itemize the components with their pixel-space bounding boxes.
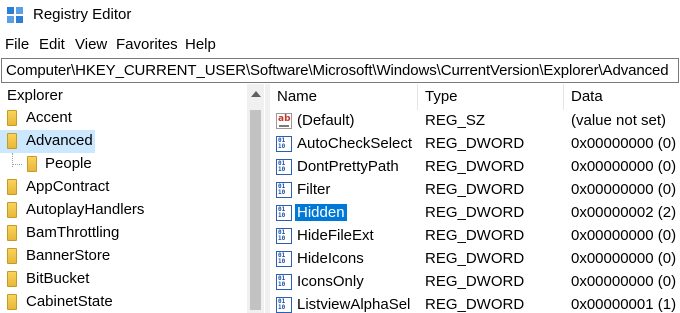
value-row-selected[interactable]: 01 10 Hidden REG_DWORD 0x00000002 (2): [270, 202, 680, 225]
tree-item[interactable]: BannerStore: [0, 245, 247, 268]
reg-dword-icon: 01 10: [276, 205, 292, 221]
value-type: REG_DWORD: [425, 296, 525, 313]
tree-root-label[interactable]: Explorer: [7, 87, 63, 104]
value-type: REG_SZ: [425, 112, 486, 129]
value-data: 0x00000000 (0): [571, 181, 677, 198]
registry-editor-icon: [7, 7, 23, 23]
value-type: REG_DWORD: [425, 273, 525, 290]
value-name: IconsOnly: [297, 273, 364, 290]
value-data: 0x00000000 (0): [571, 250, 677, 267]
reg-dword-icon: 01 10: [276, 251, 292, 267]
tree-item-label: Advanced: [26, 132, 93, 149]
reg-sz-icon: ab: [276, 113, 292, 129]
tree-item-label: BitBucket: [26, 270, 90, 287]
value-row[interactable]: ab (Default) REG_SZ (value not set): [270, 110, 680, 133]
value-data: 0x00000000 (0): [571, 227, 677, 244]
value-data: (value not set): [571, 112, 667, 129]
value-type: REG_DWORD: [425, 250, 525, 267]
tree-item-label: BamThrottling: [26, 224, 120, 241]
tree-item-label: AutoplayHandlers: [26, 201, 145, 218]
value-data: 0x00000000 (0): [571, 135, 677, 152]
value-name: AutoCheckSelect: [297, 135, 413, 152]
reg-dword-icon: 01 10: [276, 136, 292, 152]
address-path[interactable]: Computer\HKEY_CURRENT_USER\Software\Micr…: [6, 62, 669, 79]
folder-icon: [27, 156, 37, 172]
value-row[interactable]: 01 10 ListviewAlphaSel REG_DWORD 0x000000…: [270, 294, 680, 313]
column-divider[interactable]: [417, 84, 418, 110]
key-tree: Explorer Accent Advanced People AppContr…: [0, 84, 265, 313]
value-data: 0x00000000 (0): [571, 158, 677, 175]
value-name: HideIcons: [297, 250, 364, 267]
value-type: REG_DWORD: [425, 181, 525, 198]
folder-icon: [7, 133, 17, 149]
tree-item[interactable]: BitBucket: [0, 268, 247, 291]
reg-dword-icon: 01 10: [276, 274, 292, 290]
tree-scrollbar[interactable]: [247, 84, 264, 313]
tree-item-label: Accent: [26, 109, 72, 126]
tree-item[interactable]: CabinetState: [0, 291, 247, 313]
value-row[interactable]: 01 10 IconsOnly REG_DWORD 0x00000000 (0): [270, 271, 680, 294]
value-data: 0x00000001 (1): [571, 296, 677, 313]
value-type: REG_DWORD: [425, 227, 525, 244]
tree-item-selected[interactable]: Advanced: [0, 130, 95, 153]
folder-icon: [7, 294, 17, 310]
value-name: HideFileExt: [297, 227, 374, 244]
folder-icon: [7, 225, 17, 241]
tree-item[interactable]: AppContract: [0, 176, 247, 199]
scroll-thumb[interactable]: [250, 110, 261, 310]
column-header-name[interactable]: Name: [277, 88, 317, 105]
tree-item-label: AppContract: [26, 178, 110, 195]
values-list: Name Type Data ab (Default) REG_SZ (valu…: [270, 84, 680, 313]
folder-icon: [7, 110, 17, 126]
address-bar[interactable]: Computer\HKEY_CURRENT_USER\Software\Micr…: [1, 58, 679, 83]
reg-dword-icon: 01 10: [276, 297, 292, 313]
reg-dword-icon: 01 10: [276, 159, 292, 175]
folder-icon: [7, 248, 17, 264]
value-name: DontPrettyPath: [297, 158, 399, 175]
value-name: Hidden: [295, 204, 347, 221]
tree-item-label: CabinetState: [26, 293, 113, 310]
value-name: ListviewAlphaSel: [297, 296, 411, 313]
value-name: Filter: [297, 181, 331, 198]
value-data: 0x00000000 (0): [571, 273, 677, 290]
folder-icon: [7, 179, 17, 195]
value-name: (Default): [297, 112, 355, 129]
reg-dword-icon: 01 10: [276, 182, 292, 198]
menu-file[interactable]: File: [5, 36, 29, 53]
value-row[interactable]: 01 10 Filter REG_DWORD 0x00000000 (0): [270, 179, 680, 202]
value-data: 0x00000002 (2): [571, 204, 677, 221]
scroll-up-arrow-icon[interactable]: [251, 91, 261, 97]
value-type: REG_DWORD: [425, 135, 525, 152]
tree-item[interactable]: BamThrottling: [0, 222, 247, 245]
tree-item-label: People: [45, 155, 92, 172]
tree-item[interactable]: People: [0, 153, 247, 176]
menu-view[interactable]: View: [75, 36, 107, 53]
menu-bar: File Edit View Favorites Help: [0, 34, 680, 56]
menu-edit[interactable]: Edit: [39, 36, 65, 53]
value-type: REG_DWORD: [425, 204, 525, 221]
value-row[interactable]: 01 10 HideIcons REG_DWORD 0x00000000 (0): [270, 248, 680, 271]
folder-icon: [7, 271, 17, 287]
column-divider[interactable]: [563, 84, 564, 110]
title-bar: Registry Editor: [0, 0, 680, 32]
menu-help[interactable]: Help: [185, 36, 216, 53]
window-title: Registry Editor: [33, 6, 132, 23]
menu-favorites[interactable]: Favorites: [116, 36, 178, 53]
value-row[interactable]: 01 10 DontPrettyPath REG_DWORD 0x00000000…: [270, 156, 680, 179]
value-type: REG_DWORD: [425, 158, 525, 175]
tree-item-label: BannerStore: [26, 247, 111, 264]
value-row[interactable]: 01 10 HideFileExt REG_DWORD 0x00000000 (0…: [270, 225, 680, 248]
tree-item[interactable]: Accent: [0, 107, 247, 130]
column-header-data[interactable]: Data: [571, 88, 603, 105]
column-header-type[interactable]: Type: [425, 88, 458, 105]
folder-icon: [7, 202, 17, 218]
tree-item[interactable]: AutoplayHandlers: [0, 199, 247, 222]
reg-dword-icon: 01 10: [276, 228, 292, 244]
value-row[interactable]: 01 10 AutoCheckSelect REG_DWORD 0x0000000…: [270, 133, 680, 156]
